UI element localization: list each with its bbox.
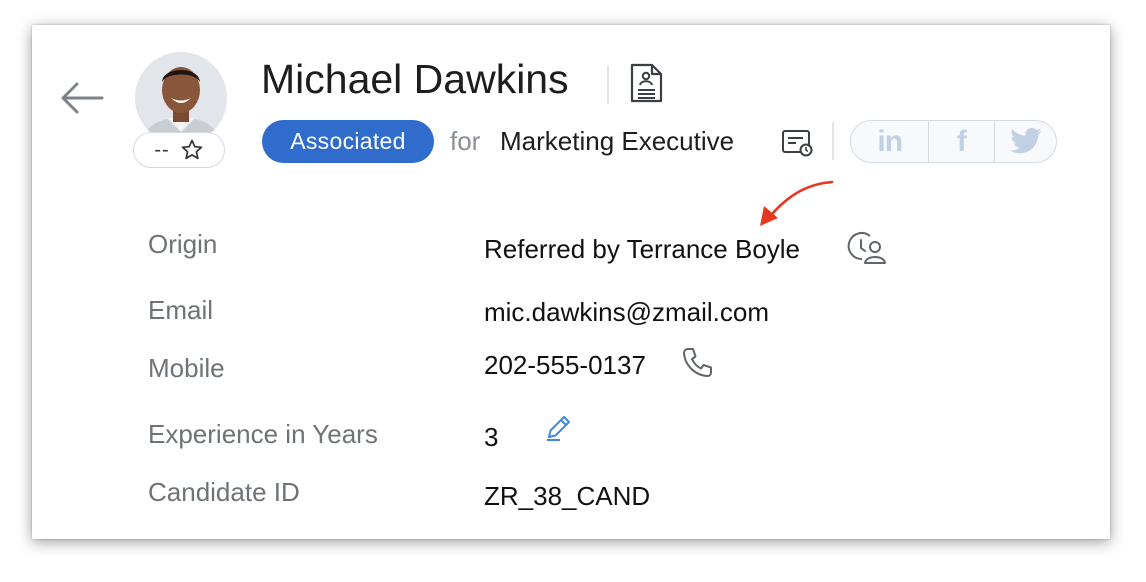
avatar — [135, 52, 227, 144]
candidate-id-label: Candidate ID — [148, 477, 300, 507]
star-icon[interactable] — [180, 138, 204, 162]
annotation-arrow — [760, 180, 834, 226]
job-opening-icon[interactable] — [781, 127, 815, 159]
twitter-icon[interactable] — [994, 121, 1056, 162]
job-title-link[interactable]: Marketing Executive — [500, 126, 734, 157]
back-arrow-icon[interactable] — [58, 80, 106, 116]
facebook-icon[interactable]: f — [928, 121, 994, 162]
phone-icon[interactable] — [680, 346, 714, 380]
social-divider — [832, 122, 834, 160]
mobile-label: Mobile — [148, 353, 225, 383]
mobile-value: 202-555-0137 — [484, 350, 646, 380]
referral-history-icon[interactable] — [846, 230, 888, 266]
origin-value: Referred by Terrance Boyle — [484, 234, 801, 264]
for-label: for — [450, 126, 481, 156]
linkedin-icon[interactable]: in — [851, 121, 928, 162]
rating-value: -- — [154, 138, 170, 161]
status-badge[interactable]: Associated — [262, 120, 434, 163]
rating-pill[interactable]: -- — [133, 132, 225, 168]
resume-document-icon[interactable] — [628, 62, 664, 104]
title-divider — [607, 66, 609, 104]
social-links: in f — [850, 120, 1057, 163]
experience-label: Experience in Years — [148, 419, 378, 449]
email-value[interactable]: mic.dawkins@zmail.com — [484, 297, 769, 328]
candidate-name: Michael Dawkins — [261, 56, 569, 102]
origin-label: Origin — [148, 229, 218, 259]
pencil-edit-icon[interactable] — [544, 412, 574, 442]
candidate-id-value: ZR_38_CAND — [484, 481, 651, 511]
email-label: Email — [148, 295, 214, 325]
experience-value: 3 — [484, 422, 499, 452]
